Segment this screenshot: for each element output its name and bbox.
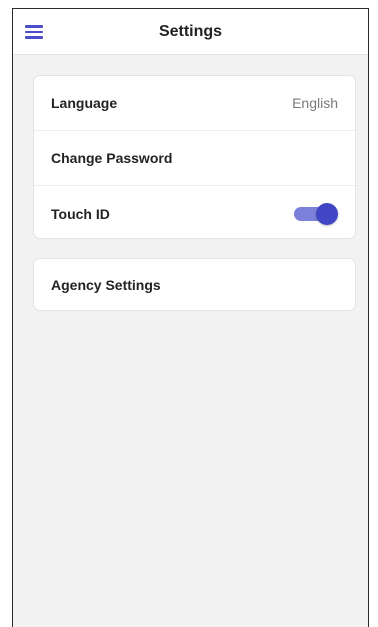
top-app-bar: Settings xyxy=(13,9,368,55)
app-screen: Settings Language English Change Passwor… xyxy=(12,8,369,627)
touch-id-toggle[interactable] xyxy=(294,202,338,225)
touch-id-row: Touch ID xyxy=(34,186,355,238)
language-value: English xyxy=(292,95,338,111)
touch-id-label: Touch ID xyxy=(51,205,110,222)
agency-settings-label: Agency Settings xyxy=(51,276,161,293)
page-title: Settings xyxy=(158,23,223,40)
language-row[interactable]: Language English xyxy=(34,76,355,131)
change-password-row[interactable]: Change Password xyxy=(34,131,355,186)
agency-card: Agency Settings xyxy=(33,258,356,311)
settings-card: Language English Change Password Touch I… xyxy=(33,75,356,239)
toggle-knob xyxy=(316,202,338,225)
change-password-label: Change Password xyxy=(51,150,173,166)
language-label: Language xyxy=(51,95,118,111)
agency-settings-row[interactable]: Agency Settings xyxy=(34,259,355,310)
